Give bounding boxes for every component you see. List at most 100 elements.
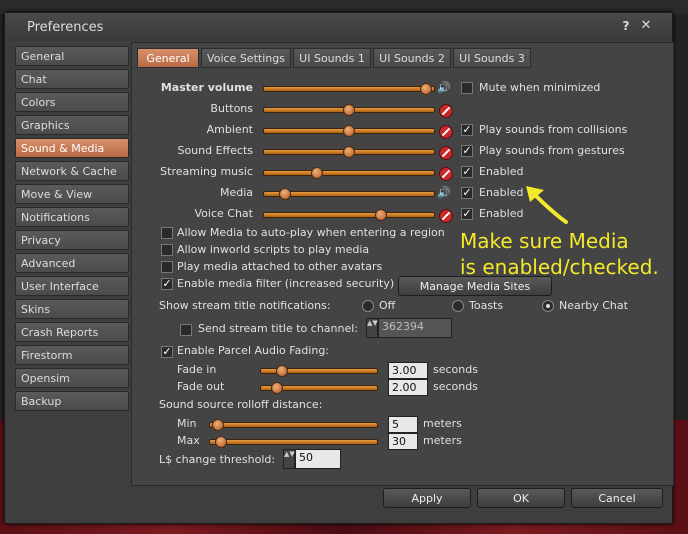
radio-label-toasts: Toasts [469, 299, 504, 312]
rolloff-min-input[interactable]: 5 [388, 416, 418, 433]
checkbox-ambient-option[interactable]: ✓ [461, 124, 473, 136]
title-bar[interactable]: Preferences ? ✕ [5, 13, 672, 41]
speaker-icon[interactable]: 🔊 [437, 81, 451, 94]
radio-off[interactable] [362, 300, 374, 312]
annotation-line-2: is enabled/checked. [460, 255, 659, 279]
sidebar-item-privacy[interactable]: Privacy [15, 230, 129, 250]
sidebar-item-skins[interactable]: Skins [15, 299, 129, 319]
volume-slider-sound-effects-knob[interactable] [343, 146, 355, 158]
tab-general[interactable]: General [137, 48, 199, 68]
sidebar-item-crash-reports[interactable]: Crash Reports [15, 322, 129, 342]
fade-in-label: Fade in [177, 363, 217, 376]
volume-label-voice-chat: Voice Chat [194, 207, 253, 220]
checkbox-allow-inworld-scripts-to-play-media[interactable] [161, 244, 173, 256]
checkbox-master-volume-option[interactable] [461, 82, 473, 94]
tab-ui-sounds-2[interactable]: UI Sounds 2 [373, 48, 451, 68]
tab-ui-sounds-3[interactable]: UI Sounds 3 [453, 48, 531, 68]
sidebar-item-advanced[interactable]: Advanced [15, 253, 129, 273]
checkbox-allow-media-to-auto-play-when-entering-a-region[interactable] [161, 227, 173, 239]
sidebar-item-sound-media[interactable]: Sound & Media [15, 138, 129, 158]
sidebar-item-firestorm[interactable]: Firestorm [15, 345, 129, 365]
rolloff-min-unit: meters [423, 417, 462, 430]
tab-ui-sounds-1[interactable]: UI Sounds 1 [293, 48, 371, 68]
volume-slider-master-volume-track[interactable] [263, 86, 435, 92]
volume-label-master-volume: Master volume [160, 81, 253, 94]
volume-slider-master-volume-knob[interactable] [420, 83, 432, 95]
cancel-button[interactable]: Cancel [571, 488, 663, 508]
send-stream-title-label: Send stream title to channel: [198, 322, 359, 335]
rolloff-min-slider-knob[interactable] [212, 419, 224, 431]
volume-slider-voice-chat-knob[interactable] [375, 209, 387, 221]
volume-label-sound-effects: Sound Effects [177, 144, 253, 157]
volume-slider-streaming-music-track[interactable] [263, 170, 435, 176]
fade-out-slider-knob[interactable] [271, 382, 283, 394]
volume-slider-streaming-music-knob[interactable] [311, 167, 323, 179]
volume-slider-voice-chat-track[interactable] [263, 212, 435, 218]
speaker-muted-icon[interactable] [439, 209, 453, 223]
volume-label-streaming-music: Streaming music [160, 165, 253, 178]
speaker-muted-icon[interactable] [439, 104, 453, 118]
checkbox-voice-chat-option[interactable]: ✓ [461, 208, 473, 220]
window-title: Preferences [27, 20, 104, 35]
rolloff-min-slider-track[interactable] [209, 422, 378, 428]
annotation-line-1: Make sure Media [460, 229, 629, 253]
checkbox-sound-effects-option[interactable]: ✓ [461, 145, 473, 157]
sidebar-item-network-cache[interactable]: Network & Cache [15, 161, 129, 181]
parcel-audio-fading-label: Enable Parcel Audio Fading: [177, 344, 330, 357]
sidebar-item-move-view[interactable]: Move & View [15, 184, 129, 204]
close-icon[interactable]: ✕ [639, 18, 653, 33]
rolloff-max-slider-knob[interactable] [215, 436, 227, 448]
checkbox-enable-media-filter-increased-security[interactable]: ✓ [161, 278, 173, 290]
channel-spinner-icon[interactable]: ▲▼ [366, 318, 378, 338]
fade-in-unit: seconds [433, 363, 478, 376]
rolloff-max-slider-track[interactable] [209, 439, 378, 445]
volume-slider-media-knob[interactable] [279, 188, 291, 200]
threshold-input[interactable]: 50 [295, 449, 341, 469]
checkbox-send-stream-title[interactable] [180, 324, 192, 336]
sidebar-item-backup[interactable]: Backup [15, 391, 129, 411]
volume-slider-ambient-knob[interactable] [343, 125, 355, 137]
sidebar-item-general[interactable]: General [15, 46, 129, 66]
volume-label-buttons: Buttons [210, 102, 253, 115]
sidebar-item-chat[interactable]: Chat [15, 69, 129, 89]
speaker-muted-icon[interactable] [439, 167, 453, 181]
fade-out-label: Fade out [177, 380, 225, 393]
fade-in-slider-knob[interactable] [276, 365, 288, 377]
help-icon[interactable]: ? [619, 19, 633, 33]
radio-toasts[interactable] [452, 300, 464, 312]
volume-slider-buttons-knob[interactable] [343, 104, 355, 116]
speaker-muted-icon[interactable] [439, 146, 453, 160]
annotation-text: Make sure Media is enabled/checked. [460, 228, 659, 280]
channel-input[interactable]: 362394 [378, 318, 452, 338]
sidebar-item-user-interface[interactable]: User Interface [15, 276, 129, 296]
radio-label-off: Off [379, 299, 396, 312]
media-option-label: Enable media filter (increased security) [177, 277, 395, 290]
sidebar-item-graphics[interactable]: Graphics [15, 115, 129, 135]
tab-voice-settings[interactable]: Voice Settings [201, 48, 291, 68]
media-option-label: Allow inworld scripts to play media [177, 243, 370, 256]
checkbox-play-media-attached-to-other-avatars[interactable] [161, 261, 173, 273]
checkbox-parcel-audio-fading[interactable]: ✓ [161, 346, 173, 358]
rolloff-max-label: Max [177, 434, 200, 447]
fade-in-input[interactable]: 3.00 [388, 362, 428, 379]
checkbox-streaming-music-option[interactable]: ✓ [461, 166, 473, 178]
sidebar-item-notifications[interactable]: Notifications [15, 207, 129, 227]
ok-button[interactable]: OK [477, 488, 565, 508]
rolloff-max-input[interactable]: 30 [388, 433, 418, 450]
rolloff-min-label: Min [177, 417, 197, 430]
sidebar-item-opensim[interactable]: Opensim [15, 368, 129, 388]
option-label-enabled: Enabled [479, 186, 524, 199]
fade-out-unit: seconds [433, 380, 478, 393]
apply-button[interactable]: Apply [383, 488, 471, 508]
speaker-muted-icon[interactable] [439, 125, 453, 139]
option-label-play-sounds-from-gestures: Play sounds from gestures [479, 144, 625, 157]
speaker-icon[interactable]: 🔊 [437, 186, 451, 199]
threshold-spinner-icon[interactable]: ▲▼ [283, 449, 295, 469]
rolloff-max-unit: meters [423, 434, 462, 447]
fade-out-input[interactable]: 2.00 [388, 379, 428, 396]
checkbox-media-option[interactable]: ✓ [461, 187, 473, 199]
option-label-enabled: Enabled [479, 165, 524, 178]
radio-nearby-chat[interactable] [542, 300, 554, 312]
radio-label-nearby-chat: Nearby Chat [559, 299, 628, 312]
sidebar-item-colors[interactable]: Colors [15, 92, 129, 112]
